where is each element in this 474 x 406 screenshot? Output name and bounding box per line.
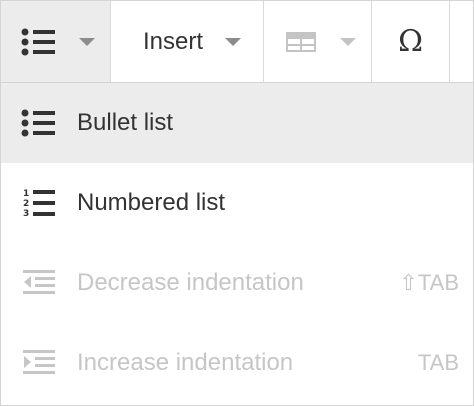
list-dropdown-button[interactable] — [1, 1, 111, 82]
list-dropdown-menu: Bullet list 1 2 3 Numbered list Decrease… — [1, 83, 473, 403]
menu-item-label: Numbered list — [77, 189, 226, 216]
chevron-down-icon — [79, 37, 95, 46]
menu-item-increase-indentation[interactable]: Increase indentation TAB — [1, 323, 473, 403]
indent-icon — [23, 350, 55, 374]
table-dropdown-button[interactable] — [264, 1, 372, 82]
menu-item-numbered-list[interactable]: 1 2 3 Numbered list — [1, 163, 473, 243]
shortcut-hint: ⇧TAB — [399, 270, 459, 295]
menu-item-label: Bullet list — [77, 109, 174, 136]
outdent-icon — [23, 270, 55, 294]
chevron-down-icon — [225, 37, 242, 46]
toolbar: Insert Ω — [1, 1, 473, 83]
table-icon — [286, 31, 316, 52]
menu-item-decrease-indentation[interactable]: Decrease indentation ⇧TAB — [1, 243, 473, 323]
editor-window: Insert Ω Bullet list 1 2 3 Numbered list… — [0, 0, 474, 406]
omega-icon: Ω — [398, 24, 423, 59]
svg-text:1: 1 — [23, 189, 29, 199]
bullet-list-icon — [21, 28, 55, 55]
menu-item-label: Increase indentation — [77, 349, 294, 376]
numbered-list-icon: 1 2 3 — [23, 189, 55, 219]
insert-label: Insert — [143, 27, 204, 55]
bullet-list-icon — [21, 109, 55, 137]
special-character-button[interactable]: Ω — [372, 1, 450, 82]
shortcut-hint: TAB — [417, 350, 459, 375]
svg-text:3: 3 — [23, 209, 29, 219]
menu-item-label: Decrease indentation — [77, 269, 304, 296]
menu-item-bullet-list[interactable]: Bullet list — [1, 83, 473, 163]
chevron-down-icon — [340, 37, 356, 46]
svg-text:2: 2 — [23, 199, 29, 209]
insert-dropdown-button[interactable]: Insert — [111, 1, 264, 82]
